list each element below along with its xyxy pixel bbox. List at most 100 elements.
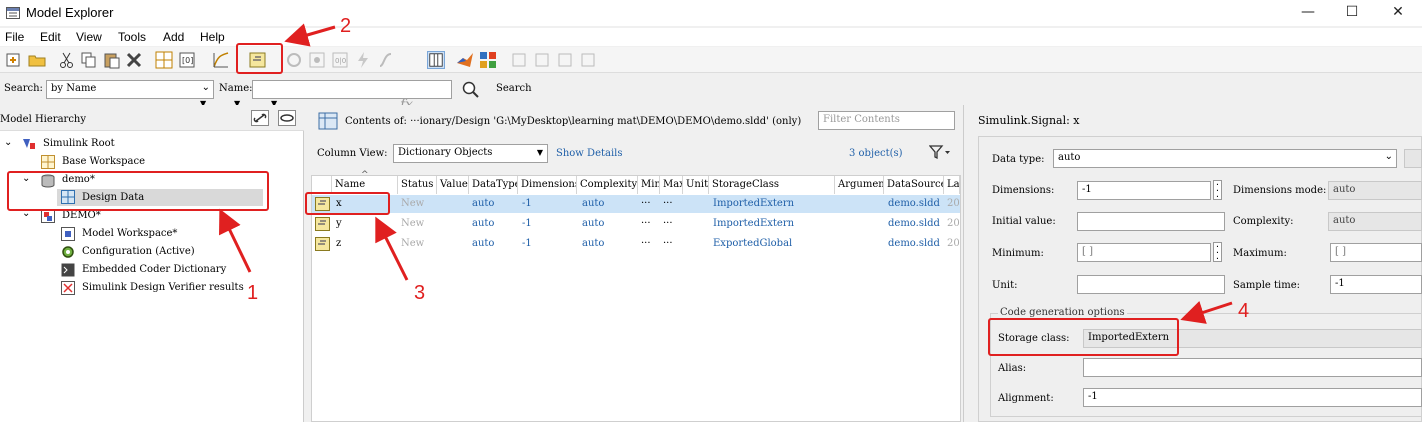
- search-button[interactable]: Search: [496, 83, 532, 94]
- cut-icon[interactable]: [58, 51, 76, 69]
- window-title: Model Explorer: [26, 5, 114, 20]
- dropdown-arrow-icon: ▼: [536, 148, 543, 157]
- row-datatype: auto: [472, 238, 495, 249]
- complexity-label: Complexity:: [1233, 216, 1294, 227]
- maximum-input[interactable]: [ ]: [1330, 243, 1422, 262]
- new-model-icon[interactable]: [5, 51, 23, 69]
- show-details-link[interactable]: Show Details: [556, 148, 623, 159]
- paste-icon[interactable]: [103, 51, 121, 69]
- matrix-icon[interactable]: [0]: [178, 51, 196, 69]
- col-datasource[interactable]: DataSource: [884, 176, 944, 194]
- filter-contents-input[interactable]: Filter Contents: [818, 111, 955, 130]
- row-dims: -1: [522, 198, 532, 209]
- more-options-icon[interactable]: · · ·: [1213, 242, 1222, 265]
- search-by-select[interactable]: by Name ⌄: [46, 80, 214, 99]
- col-datatype[interactable]: DataType: [469, 176, 518, 194]
- data-icon[interactable]: 0|0: [331, 51, 349, 69]
- open-folder-icon[interactable]: [28, 51, 46, 69]
- dimensions-input[interactable]: -1: [1077, 181, 1211, 200]
- data-type-assistant-button[interactable]: [1404, 149, 1422, 168]
- delete-icon[interactable]: [125, 51, 143, 69]
- maximize-button[interactable]: ☐: [1342, 3, 1362, 23]
- grid-icon[interactable]: [155, 51, 173, 69]
- chevron-down-icon: ⌄: [201, 82, 210, 93]
- search-by-value: by Name: [51, 83, 97, 94]
- copy-data-icon[interactable]: [580, 51, 598, 69]
- object-count: 3 object(s): [849, 148, 903, 159]
- title-bar: Model Explorer — ☐ ✕: [0, 0, 1422, 26]
- col-max[interactable]: Max: [660, 176, 683, 194]
- link-icon[interactable]: [557, 51, 575, 69]
- more-options-icon[interactable]: · · ·: [1213, 180, 1222, 203]
- export-icon[interactable]: [511, 51, 529, 69]
- copy-icon[interactable]: [80, 51, 98, 69]
- search-bar: Search: by Name ⌄ Name: Search: [0, 76, 1422, 102]
- col-unit[interactable]: Unit: [683, 176, 709, 194]
- data-type-value: auto: [1058, 152, 1081, 163]
- codegen-title: Code generation options: [998, 307, 1127, 318]
- search-input[interactable]: [252, 80, 452, 99]
- toolbar: [0] ▼ ▼ ▼ 0|0 fx: [0, 47, 1422, 113]
- search-icon[interactable]: [461, 80, 481, 98]
- expand-chevron-icon[interactable]: ⌄: [4, 137, 12, 148]
- row-dims: -1: [522, 218, 532, 229]
- settings-icon[interactable]: [308, 51, 326, 69]
- col-min[interactable]: Min: [638, 176, 660, 194]
- import-icon[interactable]: [534, 51, 552, 69]
- code-dictionary-icon: [61, 263, 75, 277]
- menu-file[interactable]: File: [5, 30, 24, 44]
- menu-tools[interactable]: Tools: [118, 30, 146, 44]
- row-min: ···: [641, 238, 651, 249]
- initial-value-input[interactable]: [1077, 212, 1225, 231]
- menu-edit[interactable]: Edit: [40, 30, 61, 44]
- row-max: ···: [663, 238, 673, 249]
- alignment-input[interactable]: -1: [1083, 388, 1422, 407]
- annotation-box-2: [236, 43, 283, 74]
- menu-add[interactable]: Add: [163, 30, 184, 44]
- tree-model-workspace[interactable]: Model Workspace*: [82, 226, 177, 242]
- signal-object-icon: [315, 237, 330, 251]
- matlab-icon[interactable]: [456, 51, 474, 69]
- model-icon: [41, 209, 55, 223]
- col-complexity[interactable]: Complexity: [577, 176, 638, 194]
- columns-icon[interactable]: [427, 51, 445, 69]
- row-max: ···: [663, 198, 673, 209]
- signal-icon[interactable]: [212, 51, 230, 69]
- blocks-icon[interactable]: [479, 51, 497, 69]
- col-status[interactable]: Status: [398, 176, 437, 194]
- hierarchy-title: Model Hierarchy: [0, 114, 87, 125]
- row-source: demo.sldd: [888, 198, 940, 209]
- menu-help[interactable]: Help: [200, 30, 225, 44]
- col-argument[interactable]: Argument: [835, 176, 884, 194]
- alias-input[interactable]: [1083, 358, 1422, 377]
- complexity-select[interactable]: auto: [1328, 212, 1422, 231]
- tree-simulink-root[interactable]: Simulink Root: [43, 136, 115, 152]
- unit-input[interactable]: [1077, 275, 1225, 294]
- tree-base-workspace[interactable]: Base Workspace: [62, 154, 145, 170]
- model-workspace-icon: [61, 227, 75, 241]
- tree-embedded-coder-dictionary[interactable]: Embedded Coder Dictionary: [82, 262, 226, 278]
- tree-configuration[interactable]: Configuration (Active): [82, 244, 195, 260]
- sample-time-input[interactable]: -1: [1330, 275, 1422, 294]
- col-storageclass[interactable]: StorageClass: [709, 176, 835, 194]
- close-button[interactable]: ✕: [1388, 3, 1408, 23]
- minimize-button[interactable]: —: [1298, 3, 1318, 23]
- view-icon[interactable]: [278, 110, 296, 126]
- row-la: 20: [947, 238, 960, 249]
- row-status: New: [401, 198, 425, 209]
- filter-icon[interactable]: [929, 144, 951, 160]
- data-type-select[interactable]: auto ⌄: [1053, 149, 1397, 168]
- minimum-input[interactable]: [ ]: [1077, 243, 1211, 262]
- alignment-label: Alignment:: [998, 393, 1054, 404]
- link-icon[interactable]: [251, 110, 269, 126]
- column-view-select[interactable]: Dictionary Objects ▼: [393, 144, 548, 163]
- col-la[interactable]: La: [944, 176, 960, 194]
- function-icon[interactable]: [377, 51, 395, 69]
- lightning-icon[interactable]: [354, 51, 372, 69]
- menu-view[interactable]: View: [76, 30, 102, 44]
- col-value[interactable]: Value: [437, 176, 469, 194]
- dimensions-mode-select[interactable]: auto: [1328, 181, 1422, 200]
- col-dimensions[interactable]: Dimensions: [518, 176, 577, 194]
- tree-sldv-results[interactable]: Simulink Design Verifier results: [82, 280, 244, 296]
- gear-icon[interactable]: [285, 51, 303, 69]
